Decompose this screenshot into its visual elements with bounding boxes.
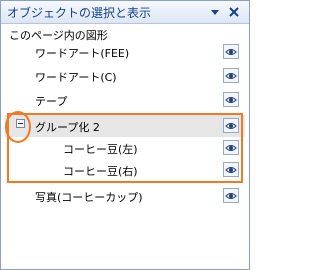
eye-icon xyxy=(225,193,237,199)
list-item-child[interactable]: コーヒー豆(右) xyxy=(5,159,245,181)
visibility-toggle[interactable] xyxy=(223,92,239,107)
pane-title: オブジェクトの選択と表示 xyxy=(7,6,152,20)
eye-icon xyxy=(225,49,237,55)
visibility-toggle[interactable] xyxy=(223,118,239,133)
visibility-toggle[interactable] xyxy=(223,188,239,203)
pane-options-dropdown-icon[interactable] xyxy=(209,5,221,19)
item-label: 写真(コーヒーカップ) xyxy=(35,191,143,204)
eye-icon xyxy=(225,167,237,173)
collapse-icon[interactable] xyxy=(16,119,25,128)
close-icon[interactable] xyxy=(227,5,241,19)
eye-icon xyxy=(225,123,237,129)
selection-pane: オブジェクトの選択と表示 このページ内の図形 ワードアート(FEE) ワードアー… xyxy=(0,0,250,270)
eye-icon xyxy=(225,73,237,79)
item-label: ワードアート(C) xyxy=(35,71,117,84)
visibility-toggle[interactable] xyxy=(223,162,239,177)
pane-title-bar: オブジェクトの選択と表示 xyxy=(1,1,249,24)
eye-icon xyxy=(225,145,237,151)
list-item[interactable]: テープ xyxy=(5,89,245,111)
list-item[interactable]: 写真(コーヒーカップ) xyxy=(5,185,245,207)
list-item-child[interactable]: コーヒー豆(左) xyxy=(5,137,245,159)
list-item[interactable]: ワードアート(C) xyxy=(5,65,245,87)
item-label: コーヒー豆(左) xyxy=(63,143,138,156)
item-label: ワードアート(FEE) xyxy=(35,47,130,60)
visibility-toggle[interactable] xyxy=(223,140,239,155)
visibility-toggle[interactable] xyxy=(223,68,239,83)
list-item[interactable]: ワードアート(FEE) xyxy=(5,41,245,63)
item-label: グループ化 2 xyxy=(35,121,100,134)
item-label: テープ xyxy=(35,95,68,108)
list-item-group[interactable]: グループ化 2 xyxy=(5,115,245,137)
item-label: コーヒー豆(右) xyxy=(63,165,138,178)
visibility-toggle[interactable] xyxy=(223,44,239,59)
eye-icon xyxy=(225,97,237,103)
